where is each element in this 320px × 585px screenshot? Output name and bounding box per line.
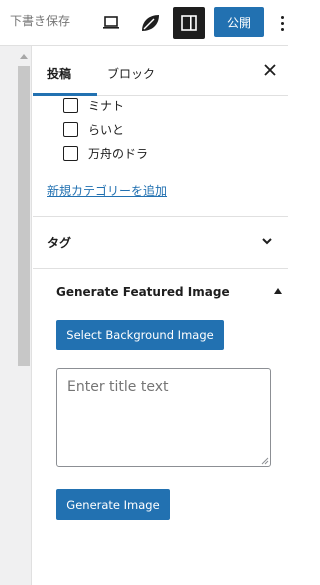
- category-checkbox[interactable]: [63, 121, 78, 137]
- category-checkbox[interactable]: [63, 145, 78, 161]
- category-checkbox[interactable]: [63, 97, 78, 113]
- generate-featured-image-title[interactable]: Generate Featured Image: [56, 285, 230, 299]
- tag-panel-toggle[interactable]: タグ: [47, 234, 71, 251]
- list-item: 万舟のドラ: [63, 144, 148, 162]
- list-item: ミナト: [63, 96, 124, 114]
- divider: [33, 268, 288, 269]
- title-text-input[interactable]: [56, 368, 271, 467]
- tab-block[interactable]: ブロック: [107, 65, 155, 82]
- category-label: らいと: [88, 122, 125, 137]
- caret-up-icon[interactable]: [274, 288, 282, 294]
- chevron-down-icon[interactable]: [258, 232, 276, 250]
- category-label: 万舟のドラ: [88, 146, 149, 161]
- editor-toolbar: 下書き保存 公開: [0, 0, 288, 46]
- save-draft-button[interactable]: 下書き保存: [10, 12, 70, 29]
- resize-handle-icon[interactable]: [261, 457, 269, 465]
- jetpack-button[interactable]: [134, 7, 166, 39]
- leaf-logo-icon: [142, 15, 159, 31]
- settings-sidebar-toggle[interactable]: [173, 7, 205, 39]
- preview-button[interactable]: [95, 7, 127, 39]
- more-vertical-icon: [280, 15, 284, 19]
- close-sidebar-button[interactable]: [261, 62, 279, 80]
- tab-post[interactable]: 投稿: [47, 65, 71, 82]
- category-label: ミナト: [88, 98, 125, 113]
- close-icon: [264, 64, 276, 76]
- options-menu-button[interactable]: [276, 12, 288, 34]
- generate-image-button[interactable]: Generate Image: [56, 489, 170, 520]
- scroll-up-arrow-icon[interactable]: [20, 54, 28, 59]
- sidebar-panel-icon: [181, 15, 197, 31]
- select-background-image-button[interactable]: Select Background Image: [56, 320, 224, 350]
- editor-canvas-edge: [0, 46, 32, 585]
- list-item: らいと: [63, 120, 124, 138]
- divider: [33, 216, 288, 217]
- settings-sidebar: 投稿 ブロック ミナト らいと 万舟のドラ 新規カテゴリーを追加 タグ Gene…: [33, 46, 288, 585]
- sidebar-tabs: 投稿 ブロック: [33, 46, 288, 96]
- publish-button[interactable]: 公開: [214, 7, 264, 37]
- editor-scrollbar-thumb[interactable]: [18, 66, 30, 366]
- add-new-category-link[interactable]: 新規カテゴリーを追加: [47, 182, 167, 199]
- laptop-icon: [103, 16, 119, 29]
